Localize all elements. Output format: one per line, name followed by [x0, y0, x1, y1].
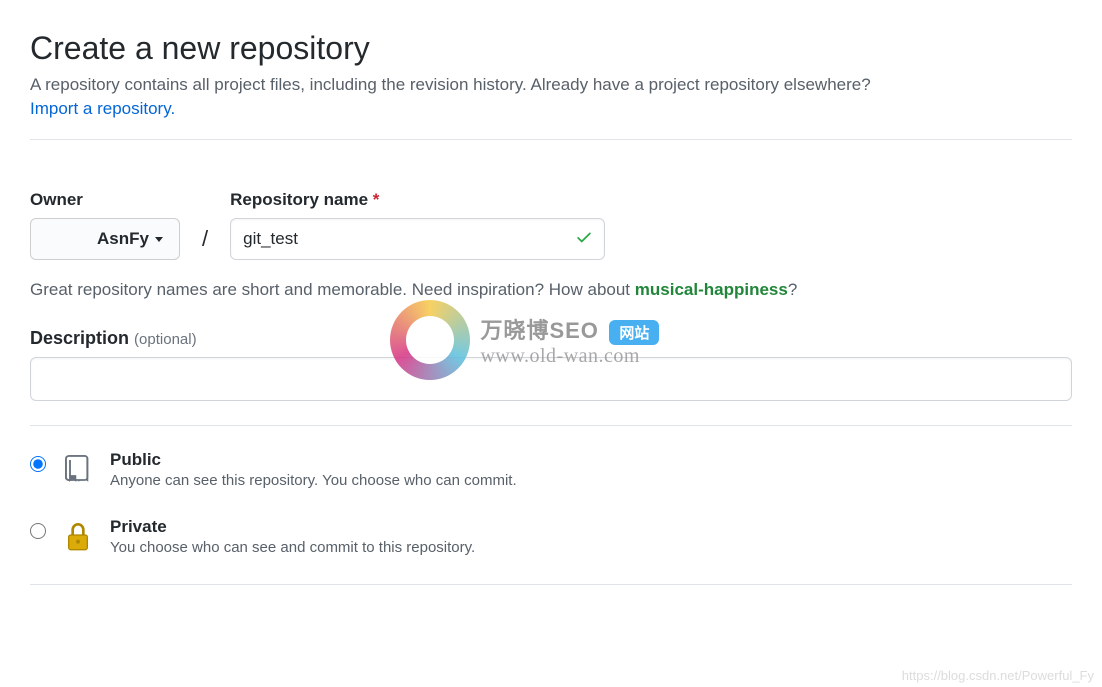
- private-radio[interactable]: [30, 523, 46, 539]
- private-title: Private: [110, 517, 1072, 537]
- public-title: Public: [110, 450, 1072, 470]
- owner-label: Owner: [30, 190, 180, 210]
- name-hint: Great repository names are short and mem…: [30, 280, 1072, 300]
- page-subtitle: A repository contains all project files,…: [30, 75, 1072, 95]
- divider: [30, 139, 1072, 140]
- description-input[interactable]: [30, 357, 1072, 401]
- public-radio[interactable]: [30, 456, 46, 472]
- repo-icon: [62, 450, 94, 491]
- name-suggestion-link[interactable]: musical-happiness: [635, 280, 788, 299]
- page-title: Create a new repository: [30, 30, 1072, 67]
- required-mark: *: [373, 190, 380, 209]
- divider: [30, 425, 1072, 426]
- repo-name-label: Repository name *: [230, 190, 605, 210]
- visibility-private-row[interactable]: Private You choose who can see and commi…: [30, 517, 1072, 558]
- optional-text: (optional): [134, 331, 197, 348]
- private-desc: You choose who can see and commit to thi…: [110, 539, 1072, 556]
- caret-down-icon: [155, 237, 163, 242]
- hint-prefix: Great repository names are short and mem…: [30, 280, 635, 299]
- divider: [30, 584, 1072, 585]
- repo-name-label-text: Repository name: [230, 190, 368, 209]
- visibility-public-row[interactable]: Public Anyone can see this repository. Y…: [30, 450, 1072, 491]
- description-label: Description (optional): [30, 328, 1072, 349]
- hint-suffix: ?: [788, 280, 797, 299]
- separator-slash: /: [202, 226, 208, 260]
- check-icon: [575, 228, 593, 251]
- lock-icon: [62, 517, 94, 558]
- owner-selected-value: AsnFy: [97, 229, 149, 249]
- owner-select[interactable]: AsnFy: [30, 218, 180, 260]
- repo-name-input[interactable]: [230, 218, 605, 260]
- public-desc: Anyone can see this repository. You choo…: [110, 472, 1072, 489]
- import-repository-link[interactable]: Import a repository.: [30, 99, 175, 118]
- description-label-text: Description: [30, 328, 129, 348]
- blog-watermark: https://blog.csdn.net/Powerful_Fy: [902, 668, 1094, 683]
